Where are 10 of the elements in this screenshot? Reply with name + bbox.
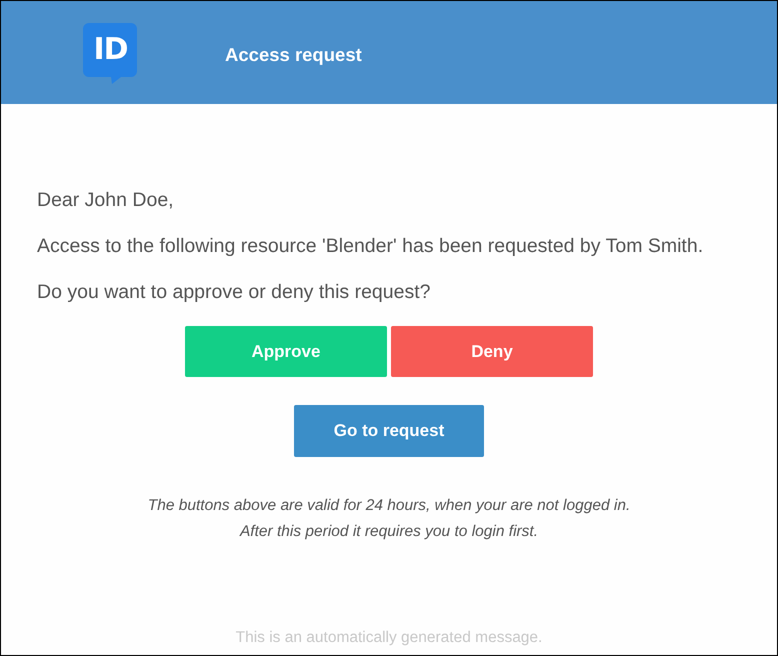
message-text: Do you want to approve or deny this request? <box>37 280 432 305</box>
logo: ID <box>83 22 137 84</box>
approve-button[interactable]: Approve <box>185 326 387 377</box>
validity-note: The buttons above are valid for 24 hours, when your are not logged in. <box>148 496 630 516</box>
go-to-request-button[interactable]: Go to request <box>294 405 484 457</box>
message-text: Dear John Doe, <box>37 188 175 213</box>
message-text: Access to the following resource 'Blender' has been requested by Tom Smith. <box>37 234 704 259</box>
validity-note: After this period it requires you to login first. <box>240 522 538 542</box>
header-title: Access request <box>225 42 362 66</box>
deny-button[interactable]: Deny <box>391 326 593 377</box>
